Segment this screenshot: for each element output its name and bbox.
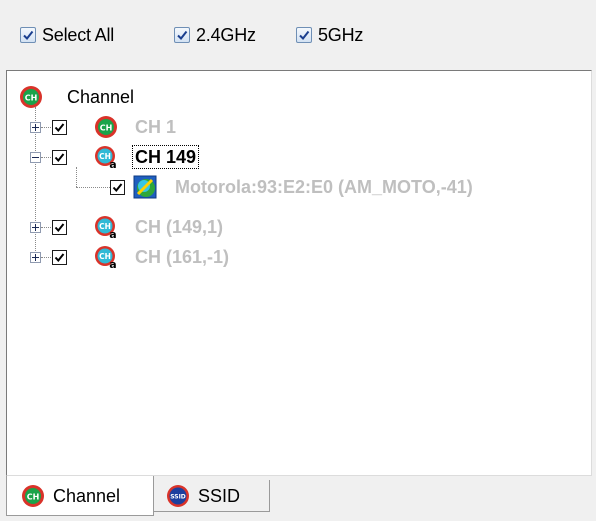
channel-icon: CH <box>21 484 45 508</box>
checkbox-checked-icon <box>296 27 312 43</box>
band-a-text: a <box>109 228 116 239</box>
collapse-minus-icon[interactable] <box>30 152 41 163</box>
tab-channel-label: Channel <box>53 485 121 506</box>
tree-node-label[interactable]: CH (149,1) <box>135 216 223 238</box>
tree-node-label[interactable]: Motorola:93:E2:E0 (AM_MOTO,-41) <box>175 176 473 198</box>
channel-icon: CH <box>94 115 118 139</box>
tab-ssid-label: SSID <box>198 485 241 506</box>
band-5ghz-label: 5GHz <box>318 25 364 45</box>
expand-plus-icon[interactable] <box>30 222 41 233</box>
tree-node-label[interactable]: CH 1 <box>135 116 176 138</box>
checkbox-checked-icon <box>174 27 190 43</box>
band-24ghz-checkbox[interactable]: 2.4GHz <box>174 24 256 46</box>
channel-a-icon: CH a <box>94 145 118 169</box>
access-point-icon <box>133 175 157 199</box>
band-5ghz-checkbox[interactable]: 5GHz <box>296 24 363 46</box>
select-all-checkbox[interactable]: Select All <box>20 24 114 46</box>
tree-node-label[interactable]: CH (161,-1) <box>135 246 229 268</box>
checkbox-checked-icon <box>20 27 36 43</box>
channel-tree[interactable]: CH Channel CH CH 1 CH a CH 149 Motorola:… <box>6 70 592 476</box>
tree-checkbox-ch149-1[interactable] <box>52 220 67 235</box>
tree-node-label-selected[interactable]: CH 149 <box>131 145 200 169</box>
band-a-text: a <box>109 158 116 169</box>
band-a-text: a <box>109 258 116 269</box>
channel-a-icon: CH a <box>94 245 118 269</box>
tree-checkbox-ch161[interactable] <box>52 250 67 265</box>
tab-channel[interactable]: CH Channel <box>6 476 154 516</box>
tree-connector <box>76 167 77 187</box>
tree-checkbox-ch1[interactable] <box>52 120 67 135</box>
tree-checkbox-access-point[interactable] <box>110 180 125 195</box>
tab-strip: CH Channel SSID SSID <box>0 476 596 521</box>
channel-icon-text: CH <box>25 94 38 103</box>
tree-root-label[interactable]: Channel <box>67 86 134 108</box>
channel-icon: CH <box>19 85 43 109</box>
channel-icon-text: CH <box>100 124 113 133</box>
expand-plus-icon[interactable] <box>30 252 41 263</box>
tree-checkbox-ch149[interactable] <box>52 150 67 165</box>
channel-a-icon: CH a <box>94 215 118 239</box>
band-24ghz-label: 2.4GHz <box>196 25 256 45</box>
expand-plus-icon[interactable] <box>30 122 41 133</box>
filter-bar: Select All 2.4GHz 5GHz <box>0 0 596 68</box>
channel-icon-text: CH <box>27 492 40 501</box>
tree-connector <box>76 187 110 188</box>
ssid-icon-text: SSID <box>170 493 186 500</box>
select-all-label: Select All <box>42 25 115 45</box>
tab-ssid[interactable]: SSID SSID <box>154 480 270 512</box>
ssid-icon: SSID <box>166 484 190 508</box>
